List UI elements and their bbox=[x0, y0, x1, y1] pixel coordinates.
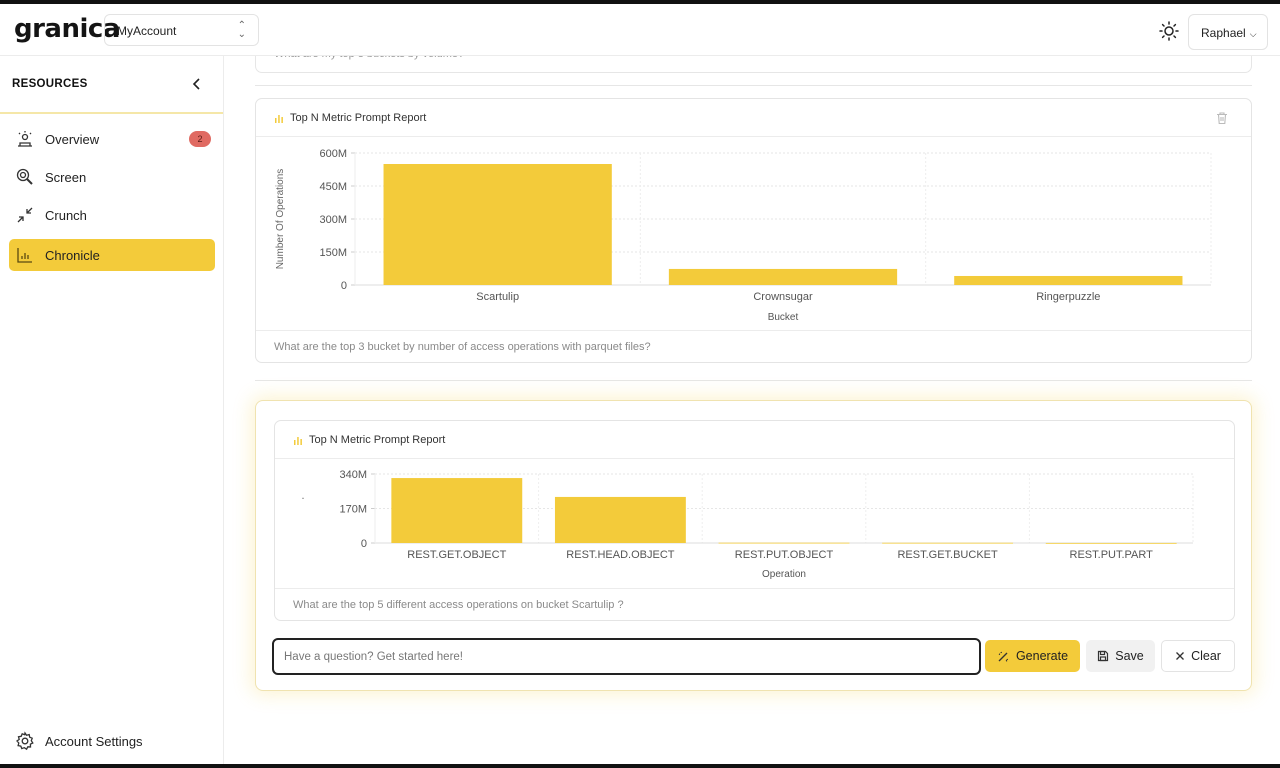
overview-icon bbox=[15, 129, 35, 149]
y-tick-label: 170M bbox=[339, 504, 367, 516]
prompt-panel: Top N Metric Prompt Report 0 170M 340M REST… bbox=[255, 400, 1252, 691]
bar-rest-put-part bbox=[1045, 542, 1177, 544]
sun-icon bbox=[1159, 21, 1179, 41]
y-axis-label: Number Of Operations bbox=[294, 459, 305, 559]
bar-chart-operations: 0 170M 340M REST.GET.OBJECT REST.HEAD.OBJECT… bbox=[294, 459, 1194, 580]
crunch-arrows-icon bbox=[15, 205, 35, 225]
divider bbox=[275, 588, 1234, 589]
user-name: Raphael bbox=[1201, 26, 1246, 40]
top-bar: granica MyAccount ⌃ ⌄ Raphael ⌵ bbox=[0, 4, 1280, 56]
theme-toggle-button[interactable] bbox=[1158, 20, 1180, 42]
y-tick-label: 150M bbox=[319, 247, 347, 259]
account-settings-label: Account Settings bbox=[45, 733, 143, 749]
bar-chart-buckets: 0 150M 300M 450M 600M Scartulip Crownsugar Ring… bbox=[275, 148, 1212, 323]
save-label: Save bbox=[1115, 649, 1144, 663]
bar-ringerpuzzle bbox=[954, 275, 1183, 285]
trash-icon bbox=[1217, 112, 1227, 125]
collapse-sidebar-button[interactable] bbox=[190, 74, 204, 94]
x-tick-label: Ringerpuzzle bbox=[1036, 291, 1100, 303]
y-tick-label: 0 bbox=[361, 538, 367, 550]
generate-label: Generate bbox=[1015, 649, 1069, 663]
gear-icon bbox=[15, 731, 35, 751]
clear-button[interactable]: Clear bbox=[1161, 640, 1235, 672]
divider bbox=[256, 330, 1251, 331]
y-tick-label: 600M bbox=[319, 148, 347, 160]
report-card-header: Top N Metric Prompt Report bbox=[275, 421, 1234, 459]
account-select[interactable]: MyAccount ⌃ ⌄ bbox=[104, 14, 259, 46]
x-tick-label: REST.HEAD.OBJECT bbox=[566, 549, 674, 561]
report-card-title: Top N Metric Prompt Report bbox=[309, 434, 446, 446]
x-tick-label: REST.GET.BUCKET bbox=[897, 549, 998, 561]
x-axis-label: Bucket bbox=[768, 312, 799, 323]
y-tick-label: 300M bbox=[319, 214, 347, 226]
sidebar-item-overview[interactable]: Overview 2 bbox=[9, 123, 215, 155]
generate-button[interactable]: Generate bbox=[985, 640, 1080, 672]
screen-magnifier-icon bbox=[15, 167, 35, 187]
bar-rest-get-bucket bbox=[882, 542, 1014, 544]
save-button[interactable]: Save bbox=[1086, 640, 1155, 672]
y-tick-label: 340M bbox=[339, 469, 367, 481]
chronicle-chart-icon bbox=[15, 245, 35, 265]
report-question: What are the top 3 bucket by number of a… bbox=[274, 341, 651, 353]
x-tick-label: Crownsugar bbox=[753, 291, 813, 303]
sidebar-header: RESOURCES bbox=[0, 56, 223, 114]
sidebar-item-crunch[interactable]: Crunch bbox=[9, 199, 215, 231]
report-card-header: Top N Metric Prompt Report bbox=[256, 99, 1251, 137]
close-icon bbox=[1175, 651, 1185, 661]
floppy-disk-icon bbox=[1097, 650, 1109, 662]
account-select-value: MyAccount bbox=[117, 24, 177, 38]
x-tick-label: REST.PUT.PART bbox=[1070, 549, 1154, 561]
bar-chart-icon bbox=[275, 115, 283, 123]
delete-report-button[interactable] bbox=[1215, 111, 1229, 125]
question-input[interactable] bbox=[272, 638, 981, 675]
x-tick-label: REST.PUT.OBJECT bbox=[735, 549, 834, 561]
bar-rest-get-object bbox=[391, 478, 523, 543]
bar-rest-put-object bbox=[718, 542, 850, 544]
y-tick-label: 450M bbox=[319, 181, 347, 193]
sidebar-item-label: Crunch bbox=[45, 207, 87, 223]
x-tick-label: REST.GET.OBJECT bbox=[407, 549, 506, 561]
report-question: What are my top 3 buckets by volume? bbox=[274, 56, 464, 60]
sidebar: RESOURCES Overview 2 Screen Crunch Chron… bbox=[0, 56, 224, 764]
sidebar-section-title: RESOURCES bbox=[12, 78, 88, 90]
previous-report-card: What are my top 3 buckets by volume? bbox=[255, 56, 1252, 73]
y-tick-label: 0 bbox=[341, 280, 347, 292]
bar-scartulip bbox=[383, 164, 612, 285]
report-card: Top N Metric Prompt Report 0 150M 300M 450M… bbox=[255, 98, 1252, 363]
chevron-left-icon bbox=[192, 78, 200, 90]
clear-label: Clear bbox=[1191, 649, 1221, 663]
chevron-up-down-icon: ⌃ ⌄ bbox=[237, 20, 246, 40]
magic-wand-icon bbox=[997, 650, 1010, 663]
notification-badge: 2 bbox=[189, 131, 211, 147]
bar-crownsugar bbox=[668, 268, 898, 285]
bar-chart-icon bbox=[294, 437, 302, 445]
divider bbox=[255, 85, 1252, 86]
x-tick-label: Scartulip bbox=[476, 291, 519, 303]
account-settings-link[interactable]: Account Settings bbox=[9, 726, 215, 756]
report-card-title: Top N Metric Prompt Report bbox=[290, 112, 427, 124]
bar-rest-head-object bbox=[554, 496, 686, 543]
chevron-down-icon: ⌵ bbox=[1249, 29, 1257, 39]
user-menu-button[interactable]: Raphael ⌵ bbox=[1188, 14, 1268, 50]
divider bbox=[255, 380, 1252, 381]
x-axis-label: Operation bbox=[762, 569, 806, 580]
sidebar-item-label: Chronicle bbox=[45, 247, 100, 263]
report-card: Top N Metric Prompt Report 0 170M 340M REST… bbox=[274, 420, 1235, 621]
y-axis-label: Number Of Operations bbox=[275, 169, 286, 270]
sidebar-item-label: Overview bbox=[45, 131, 100, 147]
main-content: What are my top 3 buckets by volume? Top… bbox=[224, 56, 1280, 764]
sidebar-item-label: Screen bbox=[45, 169, 87, 185]
sidebar-item-chronicle[interactable]: Chronicle bbox=[9, 239, 215, 271]
sidebar-item-screen[interactable]: Screen bbox=[9, 161, 215, 193]
app-window: granica MyAccount ⌃ ⌄ Raphael ⌵ RESOURCES bbox=[0, 4, 1280, 764]
report-question: What are the top 5 different access oper… bbox=[293, 599, 624, 611]
